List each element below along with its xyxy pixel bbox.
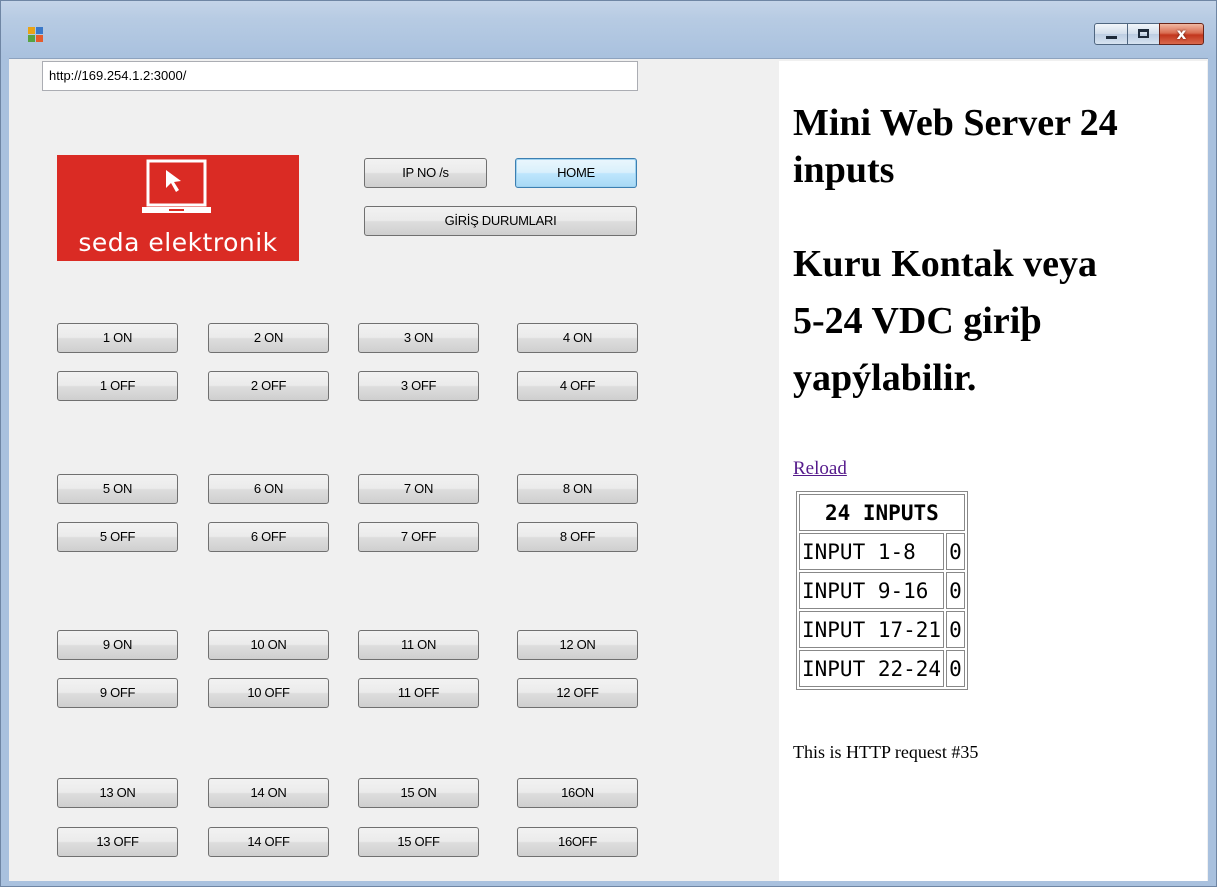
input-status-button[interactable]: GİRİŞ DURUMLARI: [364, 206, 637, 236]
relay-6-on-button[interactable]: 6 ON: [208, 474, 329, 504]
logo-text: seda elektronik: [78, 228, 278, 257]
table-header-row: 24 INPUTS: [799, 494, 965, 531]
relay-2-on-button[interactable]: 2 ON: [208, 323, 329, 353]
relay-16-off-button[interactable]: 16OFF: [517, 827, 638, 857]
table-row: INPUT 1-8 0: [799, 533, 965, 570]
relay-8-off-button[interactable]: 8 OFF: [517, 522, 638, 552]
table-row: INPUT 9-16 0: [799, 572, 965, 609]
relay-5-off-button[interactable]: 5 OFF: [57, 522, 178, 552]
app-window: x http://169.254.1.2:3000/ seda elektron…: [0, 0, 1217, 887]
company-logo: seda elektronik: [57, 155, 299, 261]
subheading-line1: Kuru Kontak veya: [793, 243, 1098, 285]
maximize-button[interactable]: [1127, 23, 1160, 45]
url-input[interactable]: http://169.254.1.2:3000/: [42, 61, 638, 91]
request-counter-text: This is HTTP request #35: [793, 742, 979, 762]
relay-12-on-button[interactable]: 12 ON: [517, 630, 638, 660]
title-bar[interactable]: x: [1, 1, 1216, 58]
input-value: 0: [946, 611, 965, 648]
input-label: INPUT 1-8: [799, 533, 945, 570]
relay-14-on-button[interactable]: 14 ON: [208, 778, 329, 808]
relay-1-on-button[interactable]: 1 ON: [57, 323, 178, 353]
ip-no-button[interactable]: IP NO /s: [364, 158, 487, 188]
relay-7-on-button[interactable]: 7 ON: [358, 474, 479, 504]
relay-9-off-button[interactable]: 9 OFF: [57, 678, 178, 708]
table-title: 24 INPUTS: [799, 494, 965, 531]
page-heading-line2: inputs: [793, 149, 895, 191]
home-button[interactable]: HOME: [515, 158, 637, 188]
relay-6-off-button[interactable]: 6 OFF: [208, 522, 329, 552]
relay-11-on-button[interactable]: 11 ON: [358, 630, 479, 660]
relay-3-off-button[interactable]: 3 OFF: [358, 371, 479, 401]
close-button[interactable]: x: [1159, 23, 1204, 45]
relay-7-off-button[interactable]: 7 OFF: [358, 522, 479, 552]
relay-15-off-button[interactable]: 15 OFF: [358, 827, 479, 857]
relay-4-off-button[interactable]: 4 OFF: [517, 371, 638, 401]
relay-13-on-button[interactable]: 13 ON: [57, 778, 178, 808]
input-value: 0: [946, 533, 965, 570]
input-label: INPUT 22-24: [799, 650, 945, 687]
relay-12-off-button[interactable]: 12 OFF: [517, 678, 638, 708]
app-icon[interactable]: [28, 27, 44, 43]
relay-15-on-button[interactable]: 15 ON: [358, 778, 479, 808]
close-icon: x: [1176, 25, 1187, 43]
minimize-button[interactable]: [1094, 23, 1128, 45]
relay-11-off-button[interactable]: 11 OFF: [358, 678, 479, 708]
input-value: 0: [946, 572, 965, 609]
form-client-area: http://169.254.1.2:3000/ seda elektronik…: [9, 58, 1208, 881]
relay-14-off-button[interactable]: 14 OFF: [208, 827, 329, 857]
relay-16-on-button[interactable]: 16ON: [517, 778, 638, 808]
reload-link[interactable]: Reload: [793, 458, 847, 480]
table-row: INPUT 17-21 0: [799, 611, 965, 648]
subheading-line2: 5-24 VDC giriþ: [793, 300, 1042, 342]
input-label: INPUT 17-21: [799, 611, 945, 648]
relay-4-on-button[interactable]: 4 ON: [517, 323, 638, 353]
input-value: 0: [946, 650, 965, 687]
maximize-icon: [1138, 29, 1149, 38]
input-label: INPUT 9-16: [799, 572, 945, 609]
relay-2-off-button[interactable]: 2 OFF: [208, 371, 329, 401]
relay-9-on-button[interactable]: 9 ON: [57, 630, 178, 660]
relay-10-off-button[interactable]: 10 OFF: [208, 678, 329, 708]
web-browser-pane[interactable]: Mini Web Server 24 inputs Kuru Kontak ve…: [779, 61, 1207, 881]
minimize-icon: [1106, 36, 1117, 39]
relay-13-off-button[interactable]: 13 OFF: [57, 827, 178, 857]
relay-5-on-button[interactable]: 5 ON: [57, 474, 178, 504]
page-heading-line1: Mini Web Server 24: [793, 102, 1118, 144]
relay-1-off-button[interactable]: 1 OFF: [57, 371, 178, 401]
relay-10-on-button[interactable]: 10 ON: [208, 630, 329, 660]
inputs-table: 24 INPUTS INPUT 1-8 0 INPUT 9-16 0 INPUT…: [796, 491, 968, 690]
subheading-line3: yapýlabilir.: [793, 357, 977, 399]
table-row: INPUT 22-24 0: [799, 650, 965, 687]
relay-8-on-button[interactable]: 8 ON: [517, 474, 638, 504]
relay-3-on-button[interactable]: 3 ON: [358, 323, 479, 353]
